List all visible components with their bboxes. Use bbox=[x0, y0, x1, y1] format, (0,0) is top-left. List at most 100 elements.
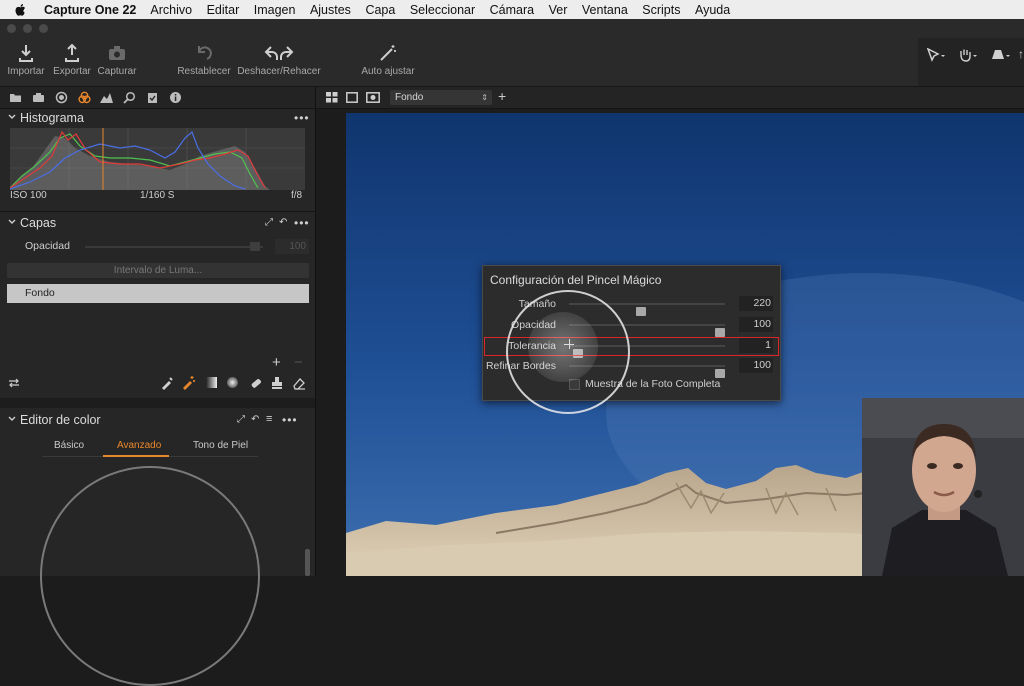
tab-tono-de-piel[interactable]: Tono de Piel bbox=[193, 440, 248, 451]
expand-icon[interactable]: ⤢ bbox=[265, 217, 273, 228]
panel-scrollbar[interactable] bbox=[305, 549, 310, 576]
mask-view-icon[interactable] bbox=[366, 92, 380, 103]
menu-archivo[interactable]: Archivo bbox=[150, 3, 192, 17]
chevron-down-icon[interactable] bbox=[8, 415, 16, 423]
color-tab-icon[interactable] bbox=[78, 91, 91, 104]
eraser-icon[interactable] bbox=[292, 376, 306, 390]
refine-edges-value-field[interactable]: 100 bbox=[739, 358, 773, 373]
reset-section-icon[interactable]: ↶ bbox=[279, 217, 287, 228]
capture-button[interactable]: Capturar bbox=[95, 38, 139, 86]
expand-icon[interactable]: ⤢ bbox=[237, 414, 245, 425]
main-toolbar: Importar Exportar Capturar Restablecer D… bbox=[0, 38, 1024, 87]
library-folder-icon[interactable] bbox=[9, 91, 22, 104]
magic-wand-icon bbox=[380, 45, 396, 61]
chevron-down-icon[interactable] bbox=[8, 113, 16, 121]
select-cursor-icon[interactable] bbox=[926, 48, 946, 62]
menu-scripts[interactable]: Scripts bbox=[642, 3, 680, 17]
window-titlebar bbox=[0, 19, 1024, 38]
details-search-icon[interactable] bbox=[123, 91, 136, 104]
left-tool-panel: Histograma ••• ISO 100 1/160 S f/8 Capas… bbox=[0, 87, 315, 686]
layer-row-fondo[interactable]: Fondo bbox=[7, 284, 309, 303]
more-tools-icon[interactable]: ↑ bbox=[1018, 47, 1024, 61]
export-label: Exportar bbox=[53, 66, 91, 77]
section-gap bbox=[0, 398, 315, 408]
camera-icon bbox=[109, 46, 125, 60]
close-window-button[interactable] bbox=[7, 24, 16, 33]
histogram-title: Histograma bbox=[20, 111, 84, 125]
apple-icon[interactable] bbox=[14, 3, 28, 17]
opacity-value-field[interactable]: 100 bbox=[739, 317, 773, 332]
opacity-slider-thumb[interactable] bbox=[250, 242, 260, 251]
presenter-webcam bbox=[862, 398, 1024, 576]
menu-ajustes[interactable]: Ajustes bbox=[310, 3, 351, 17]
histogram-more-icon[interactable]: ••• bbox=[294, 111, 310, 125]
menu-app-name[interactable]: Capture One 22 bbox=[44, 3, 136, 17]
single-view-icon[interactable] bbox=[346, 92, 358, 103]
menu-ayuda[interactable]: Ayuda bbox=[695, 3, 730, 17]
list-menu-icon[interactable]: ≡ bbox=[266, 413, 272, 425]
radial-gradient-icon[interactable] bbox=[227, 377, 238, 388]
layers-more-icon[interactable]: ••• bbox=[294, 216, 310, 230]
opacity-slider-track[interactable] bbox=[85, 246, 263, 248]
layers-section-header[interactable]: Capas ⤢ ↶ ••• bbox=[0, 214, 315, 234]
luma-range-button[interactable]: Intervalo de Luma... bbox=[7, 263, 309, 278]
histogram-graph bbox=[9, 128, 305, 190]
chevron-down-icon[interactable] bbox=[8, 218, 16, 226]
adjustments-clipboard-icon[interactable] bbox=[146, 91, 159, 104]
minimize-window-button[interactable] bbox=[23, 24, 32, 33]
exposure-tab-icon[interactable] bbox=[100, 91, 113, 104]
size-value-field[interactable]: 220 bbox=[739, 296, 773, 311]
zoom-window-button[interactable] bbox=[39, 24, 48, 33]
undo-redo-icon bbox=[264, 46, 294, 60]
auto-adjust-label: Auto ajustar bbox=[361, 66, 415, 77]
crosshair-v bbox=[569, 339, 570, 349]
mac-menu-bar: Capture One 22 Archivo Editar Imagen Aju… bbox=[0, 0, 1024, 19]
reset-label: Restablecer bbox=[177, 66, 231, 77]
menu-imagen[interactable]: Imagen bbox=[254, 3, 296, 17]
active-tab-indicator bbox=[103, 455, 169, 457]
swap-arrows-icon[interactable] bbox=[8, 378, 20, 388]
menu-ventana[interactable]: Ventana bbox=[582, 3, 628, 17]
heal-clone-icon[interactable] bbox=[249, 376, 263, 390]
menu-camara[interactable]: Cámara bbox=[490, 3, 534, 17]
add-layer-plus-icon[interactable]: + bbox=[498, 88, 506, 104]
viewer-toolbar: Fondo ⇕ + bbox=[316, 87, 1024, 109]
auto-adjust-button[interactable]: Auto ajustar bbox=[358, 38, 418, 86]
linear-gradient-icon[interactable] bbox=[206, 377, 217, 388]
menu-editar[interactable]: Editar bbox=[207, 3, 240, 17]
reset-button[interactable]: Restablecer bbox=[176, 38, 232, 86]
brush-icon[interactable] bbox=[160, 376, 174, 390]
layer-select-value: Fondo bbox=[395, 92, 424, 103]
tool-tabs bbox=[0, 87, 315, 109]
capture-camera-tab-icon[interactable] bbox=[32, 91, 45, 104]
add-layer-button[interactable]: + bbox=[272, 354, 281, 371]
reset-section-icon[interactable]: ↶ bbox=[251, 414, 259, 425]
color-editor-section-header[interactable]: Editor de color ⤢ ↶ ≡ ••• bbox=[0, 411, 315, 431]
menu-ver[interactable]: Ver bbox=[549, 3, 568, 17]
color-wheel[interactable] bbox=[40, 466, 260, 686]
histogram-section-header[interactable]: Histograma ••• bbox=[0, 109, 315, 129]
dialog-title: Configuración del Pincel Mágico bbox=[490, 273, 662, 287]
tab-basico[interactable]: Básico bbox=[54, 440, 84, 451]
menu-seleccionar[interactable]: Seleccionar bbox=[410, 3, 475, 17]
layer-select-dropdown[interactable]: Fondo ⇕ bbox=[390, 90, 492, 105]
aperture-label: f/8 bbox=[291, 190, 303, 201]
magic-brush-icon[interactable] bbox=[181, 375, 196, 390]
menu-capa[interactable]: Capa bbox=[365, 3, 395, 17]
lens-tab-icon[interactable] bbox=[55, 91, 68, 104]
stamp-icon[interactable] bbox=[270, 376, 284, 390]
opacity-value-field[interactable]: 100 bbox=[275, 239, 309, 254]
import-icon bbox=[19, 45, 33, 62]
color-editor-more-icon[interactable]: ••• bbox=[282, 413, 298, 427]
presenter-video bbox=[862, 398, 1024, 576]
metadata-info-icon[interactable] bbox=[169, 91, 182, 104]
undo-redo-button[interactable]: Deshacer/Rehacer bbox=[236, 38, 322, 86]
tab-avanzado[interactable]: Avanzado bbox=[117, 440, 161, 451]
grid-view-icon[interactable] bbox=[326, 92, 338, 103]
crop-keystone-icon[interactable] bbox=[990, 48, 1012, 62]
pan-hand-icon[interactable] bbox=[958, 48, 978, 62]
export-button[interactable]: Exportar bbox=[50, 38, 94, 86]
refine-edges-slider-thumb[interactable] bbox=[715, 369, 725, 378]
import-button[interactable]: Importar bbox=[4, 38, 48, 86]
remove-layer-button[interactable]: − bbox=[294, 354, 303, 371]
